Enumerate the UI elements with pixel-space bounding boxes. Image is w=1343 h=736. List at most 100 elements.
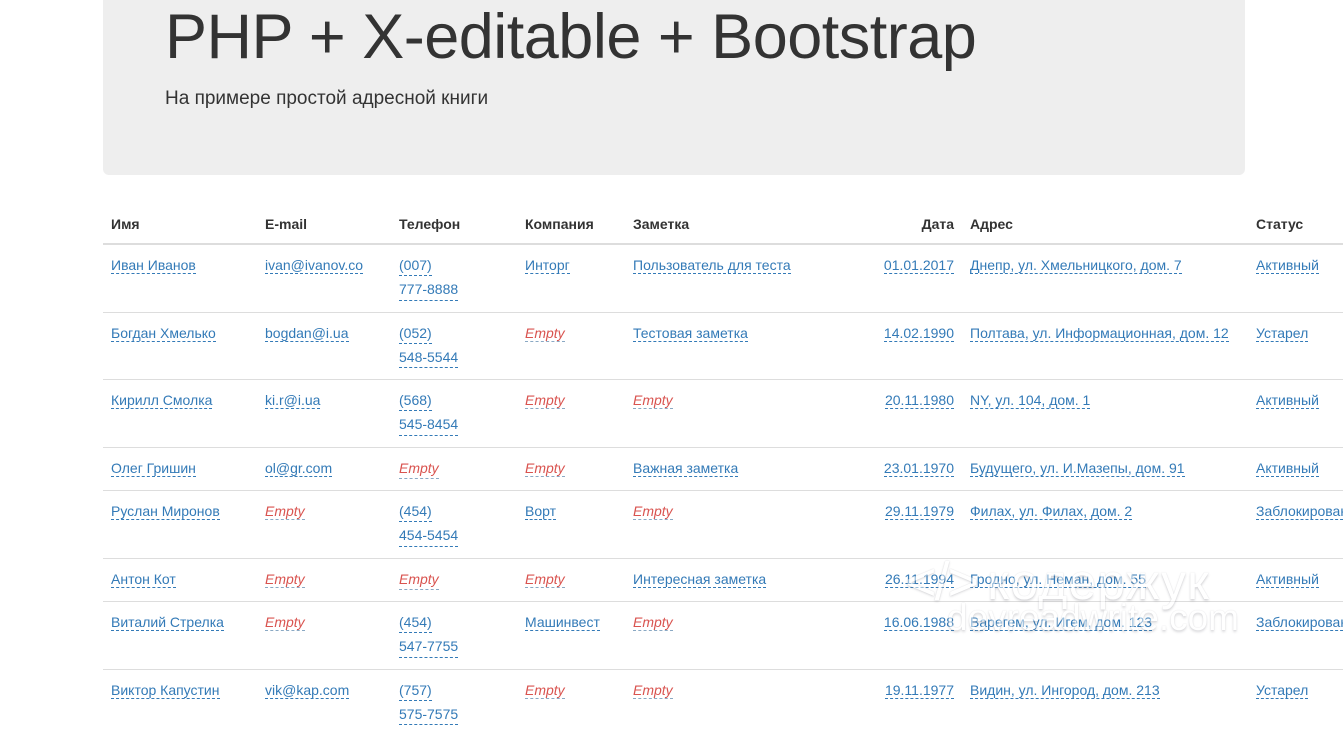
editable-address[interactable]: Полтава, ул. Информационная, дом. 12 xyxy=(970,324,1229,342)
cell-status: Заблокирован xyxy=(1248,490,1343,559)
editable-note[interactable]: Empty xyxy=(633,392,673,410)
editable-note[interactable]: Пользователь для теста xyxy=(633,257,791,274)
editable-date[interactable]: 29.11.1979 xyxy=(884,503,954,521)
page-jumbotron: PHP + X-editable + Bootstrap На примере … xyxy=(103,0,1245,175)
editable-phone-line2[interactable]: 548-5544 xyxy=(399,347,459,369)
editable-company[interactable]: Ворт xyxy=(525,503,557,521)
editable-note[interactable]: Интересная заметка xyxy=(633,570,767,588)
editable-phone[interactable]: Empty xyxy=(399,569,439,590)
editable-email[interactable]: ol@gr.com xyxy=(265,459,333,477)
editable-status[interactable]: Активный xyxy=(1256,459,1319,477)
editable-note[interactable]: Empty xyxy=(633,613,673,631)
editable-name[interactable]: Богдан Хмелько xyxy=(111,324,216,342)
editable-address[interactable]: Варегем, ул. Игем, дом. 123 xyxy=(970,613,1153,631)
cell-phone: (454) 547-7755 xyxy=(391,600,517,670)
editable-phone-line2[interactable]: 777-8888 xyxy=(399,279,459,301)
editable-name[interactable]: Олег Гришин xyxy=(111,459,196,477)
editable-address[interactable]: Видин, ул. Ингород, дом. 213 xyxy=(970,681,1160,699)
editable-phone-line2[interactable]: 545-8454 xyxy=(399,414,459,436)
editable-name[interactable]: Виктор Капустин xyxy=(111,681,220,699)
editable-phone[interactable]: (568) xyxy=(399,390,432,412)
editable-address[interactable]: Гродно, ул. Неман, дом. 55 xyxy=(970,570,1146,588)
editable-date[interactable]: 20.11.1980 xyxy=(884,392,954,410)
table-row: Виталий Стрелка Empty (454) 547-7755 Машинве… xyxy=(103,600,1343,670)
editable-company[interactable]: Empty xyxy=(525,681,565,699)
editable-note[interactable]: Тестовая заметка xyxy=(633,324,748,342)
cell-note: Empty xyxy=(625,600,861,670)
column-header-name: Имя xyxy=(103,206,257,245)
editable-status[interactable]: Устарел xyxy=(1256,681,1309,699)
editable-email[interactable]: vik@kap.com xyxy=(265,681,350,699)
table-row: Виктор Капустин vik@kap.com (757) 575-7575 E… xyxy=(103,668,1343,736)
editable-phone-line2[interactable]: 454-5454 xyxy=(399,525,459,547)
cell-address: Гродно, ул. Неман, дом. 55 xyxy=(962,557,1248,602)
editable-phone[interactable]: (454) xyxy=(399,612,432,634)
cell-phone: (454) 454-5454 xyxy=(391,490,517,559)
editable-email[interactable]: ivan@ivanov.co xyxy=(265,257,363,274)
editable-address[interactable]: NY, ул. 104, дом. 1 xyxy=(970,392,1091,410)
cell-name: Богдан Хмелько xyxy=(103,311,257,380)
cell-status: Активный xyxy=(1248,379,1343,448)
cell-note: Пользователь для теста xyxy=(625,244,861,312)
editable-email[interactable]: bogdan@i.ua xyxy=(265,324,349,342)
editable-company[interactable]: Empty xyxy=(525,392,565,410)
cell-email: ol@gr.com xyxy=(257,446,391,491)
editable-email[interactable]: Empty xyxy=(265,570,305,588)
editable-status[interactable]: Активный xyxy=(1256,392,1319,410)
editable-note[interactable]: Empty xyxy=(633,503,673,521)
editable-status[interactable]: Активный xyxy=(1256,570,1319,588)
column-header-note: Заметка xyxy=(625,206,861,245)
editable-note[interactable]: Важная заметка xyxy=(633,459,739,477)
editable-status[interactable]: Активный xyxy=(1256,257,1319,274)
editable-company[interactable]: Empty xyxy=(525,324,565,342)
cell-note: Важная заметка xyxy=(625,446,861,491)
editable-date[interactable]: 26.11.1994 xyxy=(884,570,954,588)
editable-company[interactable]: Empty xyxy=(525,570,565,588)
editable-date[interactable]: 19.11.1977 xyxy=(884,681,954,699)
cell-note: Empty xyxy=(625,668,861,736)
editable-date[interactable]: 16.06.1988 xyxy=(883,613,954,631)
cell-date: 14.02.1990 xyxy=(861,311,962,380)
editable-email[interactable]: ki.r@i.ua xyxy=(265,392,321,410)
editable-address[interactable]: Днепр, ул. Хмельницкого, дом. 7 xyxy=(970,257,1182,274)
editable-email[interactable]: Empty xyxy=(265,503,305,521)
editable-status[interactable]: Заблокирован xyxy=(1256,503,1343,521)
editable-phone-line2[interactable]: 547-7755 xyxy=(399,636,459,658)
editable-phone[interactable]: Empty xyxy=(399,458,439,480)
editable-note[interactable]: Empty xyxy=(633,681,673,699)
cell-name: Виталий Стрелка xyxy=(103,600,257,670)
editable-email[interactable]: Empty xyxy=(265,613,305,631)
column-header-company: Компания xyxy=(517,206,625,245)
cell-email: bogdan@i.ua xyxy=(257,311,391,380)
editable-name[interactable]: Антон Кот xyxy=(111,570,176,588)
table-row: Олег Гришин ol@gr.com Empty Empty Важная зам… xyxy=(103,446,1343,491)
cell-phone: Empty xyxy=(391,446,517,491)
editable-name[interactable]: Иван Иванов xyxy=(111,257,196,274)
editable-phone[interactable]: (007) xyxy=(399,255,432,277)
editable-address[interactable]: Филах, ул. Филах, дом. 2 xyxy=(970,503,1133,521)
cell-email: ki.r@i.ua xyxy=(257,379,391,448)
cell-status: Активный xyxy=(1248,446,1343,491)
editable-company[interactable]: Empty xyxy=(525,459,565,477)
editable-date[interactable]: 23.01.1970 xyxy=(883,459,954,477)
editable-status[interactable]: Заблокирован xyxy=(1256,613,1343,631)
editable-status[interactable]: Устарел xyxy=(1256,324,1309,342)
cell-status: Активный xyxy=(1248,557,1343,602)
cell-note: Empty xyxy=(625,490,861,559)
cell-email: Empty xyxy=(257,600,391,670)
editable-name[interactable]: Руслан Миронов xyxy=(111,503,220,521)
editable-company[interactable]: Инторг xyxy=(525,257,570,274)
cell-company: Инторг xyxy=(517,244,625,312)
editable-address[interactable]: Будущего, ул. И.Мазепы, дом. 91 xyxy=(970,459,1185,477)
editable-phone[interactable]: (454) xyxy=(399,501,432,523)
editable-date[interactable]: 14.02.1990 xyxy=(883,324,954,342)
editable-phone-line2[interactable]: 575-7575 xyxy=(399,704,459,726)
editable-name[interactable]: Кирилл Смолка xyxy=(111,392,213,410)
cell-status: Устарел xyxy=(1248,311,1343,380)
editable-phone[interactable]: (052) xyxy=(399,323,432,344)
editable-date[interactable]: 01.01.2017 xyxy=(883,257,954,274)
editable-company[interactable]: Машинвест xyxy=(525,613,600,631)
editable-phone[interactable]: (757) xyxy=(399,680,432,701)
editable-name[interactable]: Виталий Стрелка xyxy=(111,613,224,631)
cell-company: Empty xyxy=(517,668,625,736)
